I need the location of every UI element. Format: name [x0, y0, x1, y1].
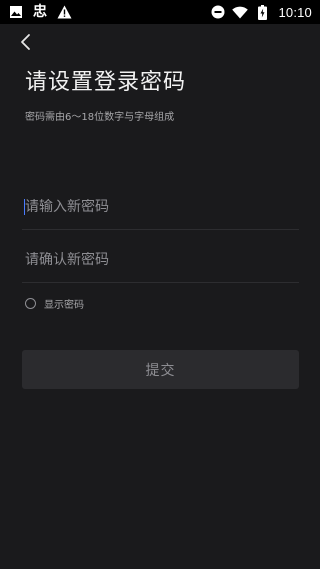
warning-icon: [56, 4, 72, 20]
confirm-password-input[interactable]: [22, 252, 299, 268]
page-subtitle: 密码需由6～18位数字与字母组成: [25, 112, 175, 123]
app-notification-glyph: 忠: [33, 4, 47, 20]
submit-button[interactable]: 提交: [22, 350, 299, 389]
new-password-field: [22, 185, 299, 230]
show-password-label: 显示密码: [44, 300, 84, 311]
status-bar: 忠 10:10: [0, 0, 320, 24]
chevron-left-icon: [21, 34, 30, 50]
page-title: 请设置登录密码: [25, 70, 187, 95]
status-time: 10:10: [278, 4, 312, 20]
show-password-toggle[interactable]: 显示密码: [25, 296, 84, 311]
back-button[interactable]: [14, 30, 38, 54]
status-bar-left: 忠: [8, 0, 72, 24]
battery-charging-icon: [254, 4, 270, 20]
wifi-icon: [232, 4, 249, 20]
do-not-disturb-icon: [210, 4, 226, 20]
image-notification-icon: [8, 4, 24, 20]
radio-button[interactable]: [25, 298, 36, 309]
confirm-password-field: [22, 238, 299, 283]
app-notification-icon: 忠: [32, 4, 48, 20]
status-bar-right: 10:10: [210, 0, 312, 24]
new-password-input[interactable]: [22, 199, 299, 215]
text-caret: [24, 199, 25, 215]
